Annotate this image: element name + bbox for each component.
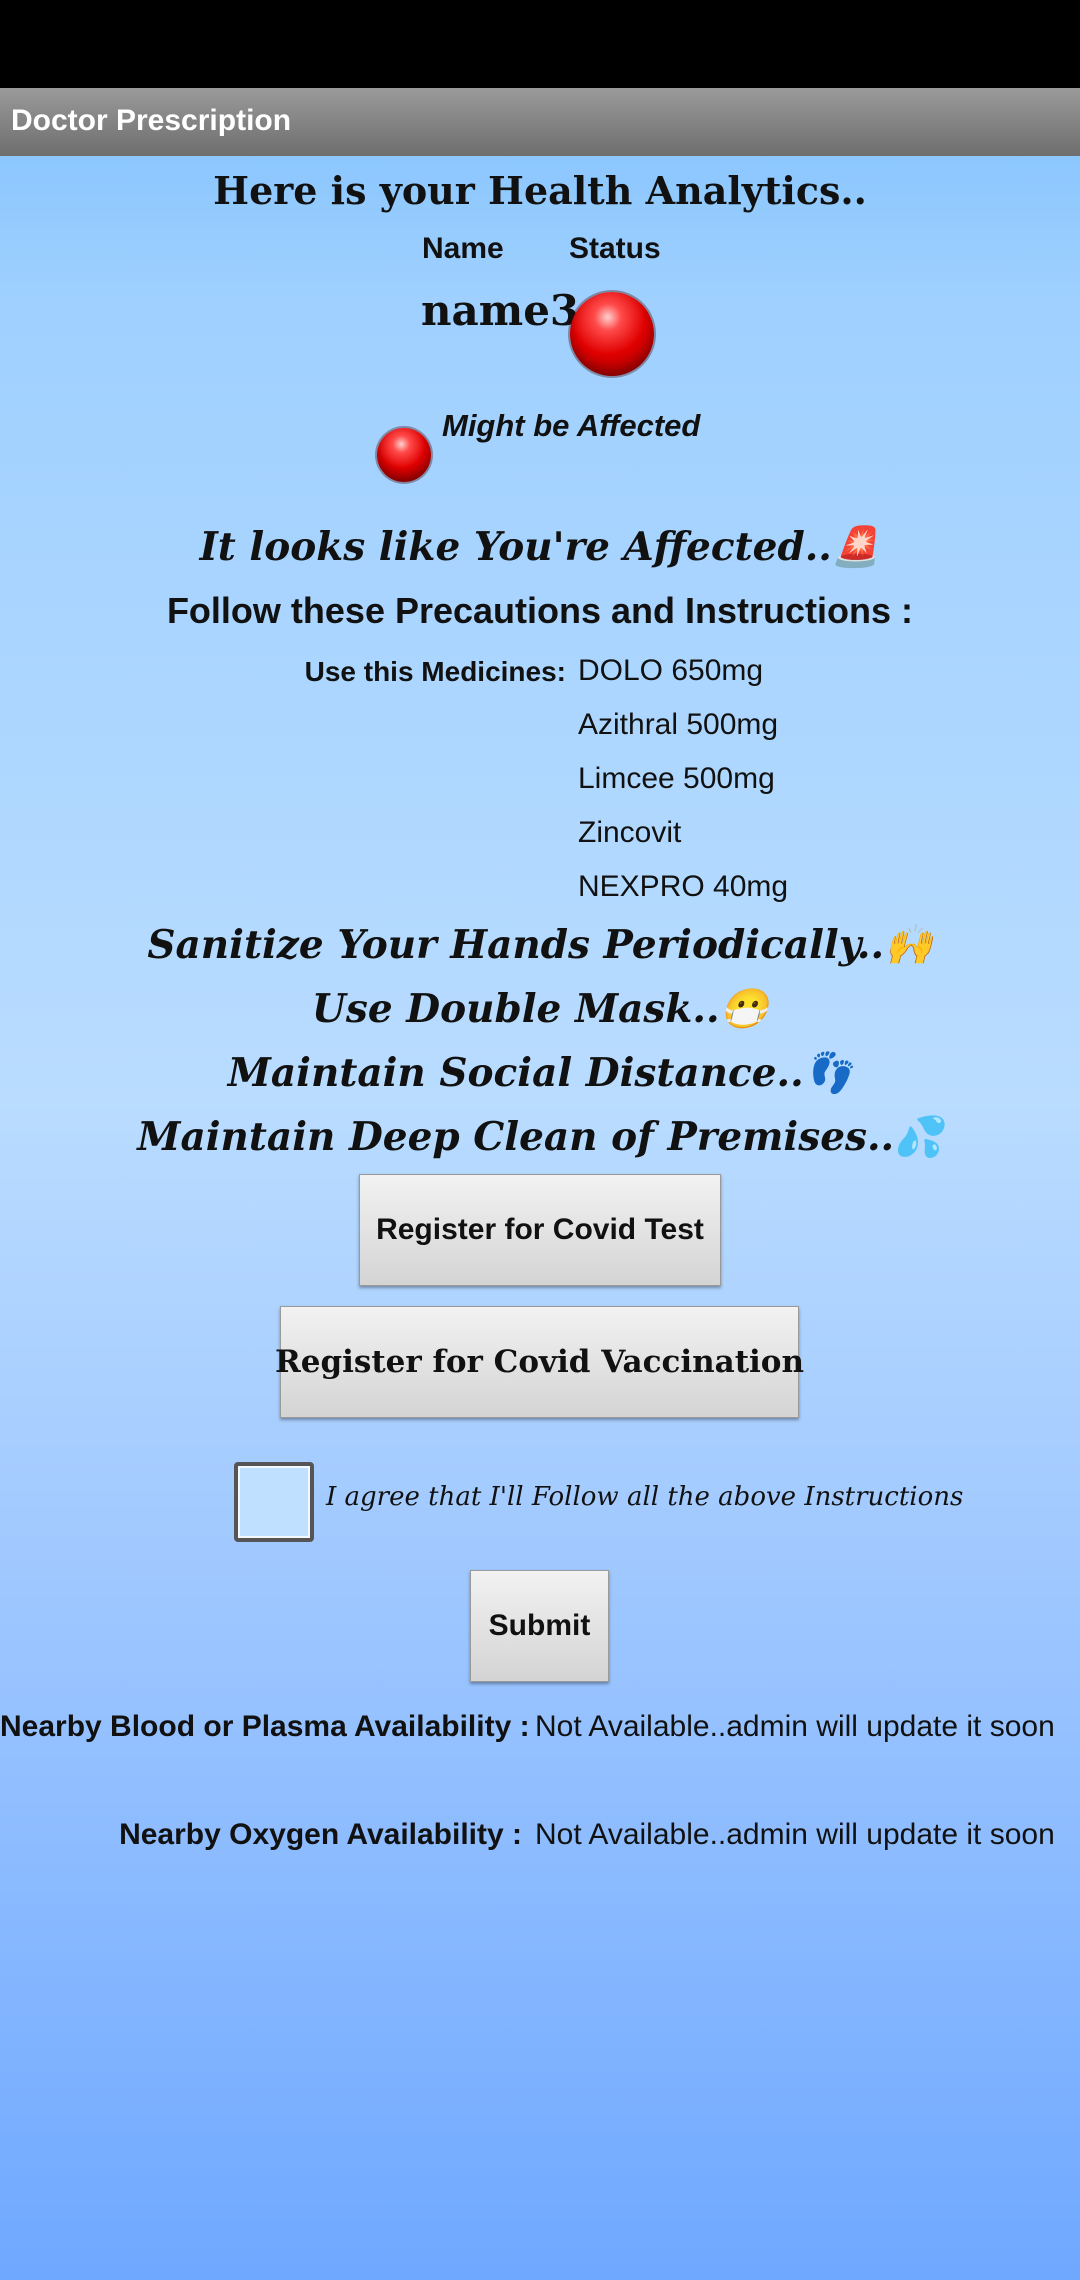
medicine-item: Azithral 500mg <box>578 708 779 741</box>
medicines-label: Use this Medicines: <box>304 656 566 687</box>
agree-checkbox[interactable] <box>234 1462 314 1542</box>
register-covid-test-button[interactable]: Register for Covid Test <box>359 1174 721 1286</box>
tip-social-distance: Maintain Social Distance..👣 <box>227 1050 853 1096</box>
medicine-item: DOLO 650mg <box>578 654 764 687</box>
name-column-header: Name <box>422 232 504 265</box>
app-bar: Doctor Prescription <box>0 88 1080 156</box>
agree-label: I agree that I'll Follow all the above I… <box>326 1482 964 1512</box>
tip-deep-clean: Maintain Deep Clean of Premises..💦 <box>137 1114 943 1160</box>
precautions-heading: Follow these Precautions and Instruction… <box>166 590 914 631</box>
patient-name: name3 <box>421 286 580 335</box>
tip-sanitize: Sanitize Your Hands Periodically..🙌 <box>147 922 933 968</box>
status-column-header: Status <box>569 232 661 265</box>
system-status-bar <box>0 0 1080 88</box>
legend-status-icon <box>377 428 431 482</box>
submit-button[interactable]: Submit <box>470 1570 609 1682</box>
tip-double-mask: Use Double Mask..😷 <box>311 986 769 1032</box>
medicine-item: NEXPRO 40mg <box>578 870 789 903</box>
oxygen-availability-value: Not Available..admin will update it soon <box>535 1818 1055 1851</box>
oxygen-availability-label: Nearby Oxygen Availability : <box>119 1818 522 1851</box>
status-indicator-icon <box>570 292 654 376</box>
blood-availability-value: Not Available..admin will update it soon <box>535 1710 1055 1743</box>
app-title: Doctor Prescription <box>11 104 292 137</box>
medicine-item: Limcee 500mg <box>578 762 775 795</box>
medicine-item: Zincovit <box>578 816 682 849</box>
legend-label: Might be Affected <box>442 408 701 443</box>
blood-availability-label: Nearby Blood or Plasma Availability : <box>0 1710 530 1743</box>
analytics-heading: Here is your Health Analytics.. <box>213 168 867 213</box>
register-vaccination-button[interactable]: Register for Covid Vaccination <box>275 1306 804 1418</box>
affected-message: It looks like You're Affected..🚨 <box>199 524 881 570</box>
